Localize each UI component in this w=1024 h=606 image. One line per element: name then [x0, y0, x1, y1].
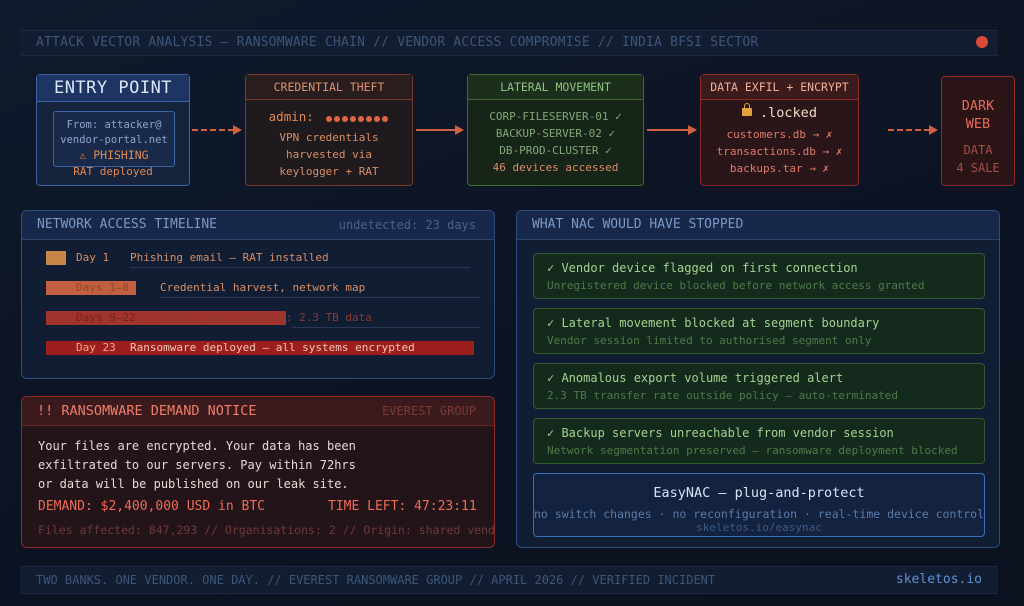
rat-deployed-label: RAT deployed [73, 165, 153, 178]
timeline-rule [292, 327, 480, 328]
masked-password-icon [325, 110, 389, 125]
from-line-2: vendor-portal.net [60, 134, 168, 146]
nac-item-head: ✓ Vendor device flagged on first connect… [547, 261, 858, 275]
nac-panel: WHAT NAC WOULD HAVE STOPPED ✓ Vendor dev… [516, 210, 1000, 548]
from-line-1: From: attacker@ [66, 119, 162, 131]
admin-label: admin: [268, 109, 314, 124]
ransom-title: !! RANSOMWARE DEMAND NOTICE [37, 403, 257, 419]
brand-link[interactable]: skeletos.io [896, 572, 982, 587]
nac-item-sub: Network segmentation preserved — ransomw… [547, 444, 958, 457]
timeline-event: Credential harvest, network map [160, 281, 366, 294]
server-2: BACKUP-SERVER-02 ✓ [495, 127, 616, 140]
dark-web-title: DARK WEB [942, 97, 1014, 133]
data-for-sale: DATA 4 SALE [942, 141, 1014, 177]
easynac-link[interactable]: skeletos.io/easynac [534, 521, 984, 534]
ransom-time-left: TIME LEFT: 47:23:11 [328, 499, 477, 514]
timeline-day: Days 9–22 [76, 311, 136, 324]
server-1: CORP-FILESERVER-01 ✓ [489, 110, 622, 123]
cred-line-1: VPN credentials [279, 131, 379, 144]
network-access-timeline-panel: NETWORK ACCESS TIMELINE undetected: 23 d… [21, 210, 495, 379]
timeline-event: Silent exfiltration: 2.3 TB data [160, 311, 372, 324]
nac-item-sub: Unregistered device blocked before netwo… [547, 279, 925, 292]
ransom-footer: Files affected: 847,293 // Organisations… [38, 523, 494, 537]
easynac-title: EasyNAC — plug-and-protect [653, 485, 865, 501]
lateral-movement-title: LATERAL MOVEMENT [468, 75, 643, 100]
phishing-email-box: From: attacker@ vendor-portal.net ⚠ PHIS… [53, 111, 175, 167]
nac-item-head: ✓ Backup servers unreachable from vendor… [547, 426, 894, 440]
timeline-rule [160, 297, 480, 298]
nac-item-sub: 2.3 TB transfer rate outside policy — au… [547, 389, 898, 402]
cred-line-3: keylogger + RAT [279, 165, 379, 178]
easynac-features: no switch changes · no reconfiguration ·… [534, 507, 985, 521]
locked-label: .locked [760, 105, 817, 121]
server-3: DB-PROD-CLUSTER ✓ [499, 144, 612, 157]
locked-extension: .locked [701, 103, 858, 121]
ransom-group: EVEREST GROUP [382, 404, 476, 418]
nac-item: ✓ Vendor device flagged on first connect… [533, 253, 985, 299]
timeline-title: NETWORK ACCESS TIMELINE [37, 217, 218, 232]
lateral-movement-card: LATERAL MOVEMENT CORP-FILESERVER-01 ✓ BA… [467, 74, 644, 186]
file-customers: customers.db → ✗ [726, 128, 833, 141]
nac-item-head: ✓ Lateral movement blocked at segment bo… [547, 316, 880, 330]
timeline-day: Day 23 [76, 341, 116, 354]
data-exfil-title: DATA EXFIL + ENCRYPT [701, 75, 858, 100]
footer-text: TWO BANKS. ONE VENDOR. ONE DAY. // EVERE… [36, 573, 716, 587]
status-dot-icon [976, 36, 988, 48]
timeline-event: Ransomware deployed — all systems encryp… [130, 341, 415, 354]
timeline-day: Day 1 [76, 251, 110, 264]
data-for-sale-1: DATA [963, 143, 993, 157]
dark-web-title-1: DARK [961, 98, 995, 114]
timeline-day: Days 1–8 [76, 281, 129, 294]
entry-point-title: ENTRY POINT [37, 75, 189, 102]
undetected-status: undetected: 23 days [338, 218, 476, 232]
file-transactions: transactions.db → ✗ [716, 145, 843, 158]
timeline-rule [130, 267, 470, 268]
timeline-bar-day1 [46, 251, 66, 265]
entry-point-card: ENTRY POINT From: attacker@ vendor-porta… [36, 74, 190, 186]
nac-header: WHAT NAC WOULD HAVE STOPPED [517, 211, 999, 240]
ransom-message: Your files are encrypted. Your data has … [38, 439, 356, 491]
ransomware-demand-panel: !! RANSOMWARE DEMAND NOTICE EVEREST GROU… [21, 396, 495, 548]
admin-credential: admin: [246, 109, 412, 125]
nac-item: ✓ Lateral movement blocked at segment bo… [533, 308, 985, 354]
nac-item-head: ✓ Anomalous export volume triggered aler… [547, 371, 844, 385]
credential-theft-title: CREDENTIAL THEFT [246, 75, 412, 100]
lock-icon [742, 103, 753, 116]
nac-item-sub: Vendor session limited to authorised seg… [547, 334, 872, 347]
dark-web-card: DARK WEB DATA 4 SALE [941, 76, 1015, 186]
phishing-label: ⚠ PHISHING [79, 148, 149, 162]
cred-line-2: harvested via [285, 148, 373, 161]
devices-accessed: 46 devices accessed [492, 161, 619, 174]
timeline-event: Phishing email — RAT installed [130, 251, 329, 264]
footer-bar: TWO BANKS. ONE VENDOR. ONE DAY. // EVERE… [20, 566, 998, 594]
data-exfil-card: DATA EXFIL + ENCRYPT .locked customers.d… [700, 74, 859, 186]
credential-theft-card: CREDENTIAL THEFT admin: VPN credentials … [245, 74, 413, 186]
easynac-cta[interactable]: EasyNAC — plug-and-protect no switch cha… [533, 473, 985, 537]
ransom-demand-amount: DEMAND: $2,400,000 USD in BTC [38, 499, 265, 514]
ransom-header: !! RANSOMWARE DEMAND NOTICE EVEREST GROU… [22, 397, 494, 426]
nac-item: ✓ Backup servers unreachable from vendor… [533, 418, 985, 464]
dark-web-title-2: WEB [965, 116, 991, 132]
timeline-header: NETWORK ACCESS TIMELINE undetected: 23 d… [22, 211, 494, 240]
header-title: ATTACK VECTOR ANALYSIS — RANSOMWARE CHAI… [36, 35, 759, 50]
nac-title: WHAT NAC WOULD HAVE STOPPED [532, 217, 744, 232]
header-bar: ATTACK VECTOR ANALYSIS — RANSOMWARE CHAI… [20, 30, 998, 56]
data-for-sale-2: 4 SALE [956, 161, 1000, 175]
nac-item: ✓ Anomalous export volume triggered aler… [533, 363, 985, 409]
file-backups: backups.tar → ✗ [729, 162, 830, 175]
